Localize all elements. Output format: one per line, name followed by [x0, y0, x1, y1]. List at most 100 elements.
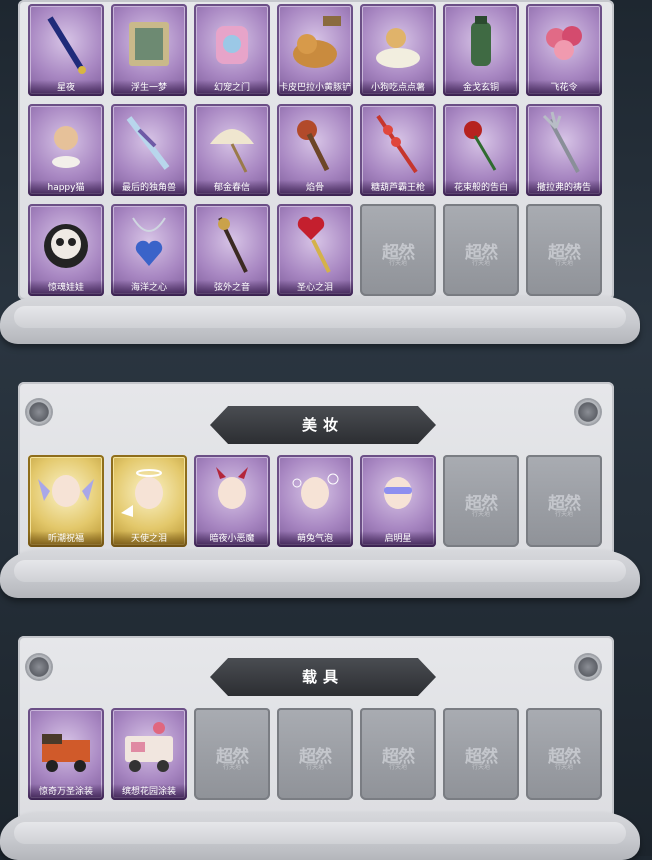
scroll-footer: [0, 550, 640, 598]
item-name: 浮生一梦: [111, 80, 187, 96]
empty-slot: 超然 行天地: [526, 708, 602, 800]
item-name: 惊魂娃娃: [28, 280, 104, 296]
item-card[interactable]: 惊魂娃娃: [28, 204, 104, 296]
item-name: 撒拉弗的祷告: [526, 180, 602, 196]
trident-icon: [542, 111, 580, 173]
placeholder-watermark-sub: 行天地: [305, 764, 324, 771]
item-name: 天使之泪: [111, 531, 187, 547]
bone-mace-icon: [297, 120, 330, 172]
item-card[interactable]: 撒拉弗的祷告: [526, 104, 602, 196]
vehicle-section-title: 载具: [301, 668, 344, 686]
item-card[interactable]: 浮生一梦: [111, 4, 187, 96]
empty-slot: 超然 行天地: [443, 455, 519, 547]
panel-corner-icon: [27, 400, 51, 424]
item-card[interactable]: 小狗吃点点薯: [360, 4, 436, 96]
flower-van-icon: [125, 722, 173, 772]
item-name: 启明星: [360, 531, 436, 547]
item-name: 海洋之心: [111, 280, 187, 296]
panel-corner-icon: [27, 655, 51, 679]
item-name: 焰骨: [277, 180, 353, 196]
cat-figure-icon: [52, 126, 80, 168]
placeholder-watermark-sub: 行天地: [471, 260, 490, 267]
item-name: 弦外之音: [194, 280, 270, 296]
unicorn-horn-icon: [126, 116, 170, 170]
item-name: 郁金春信: [194, 180, 270, 196]
item-card[interactable]: 暗夜小恶魔: [194, 455, 270, 547]
item-card[interactable]: 萌兔气泡: [277, 455, 353, 547]
item-card[interactable]: 缤想花园涂装: [111, 708, 187, 800]
item-name: 星夜: [28, 80, 104, 96]
item-card[interactable]: 弦外之音: [194, 204, 270, 296]
heart-necklace-icon: [132, 217, 166, 266]
item-name: 缤想花园涂装: [111, 784, 187, 800]
item-name: 暗夜小恶魔: [194, 531, 270, 547]
capybara-icon: [293, 16, 341, 68]
angel-wings-head-icon: [38, 475, 94, 507]
placeholder-watermark-sub: 行天地: [554, 764, 573, 771]
section-title-plate: 美妆: [210, 406, 436, 444]
panel-corner-icon: [576, 655, 600, 679]
flower-bouquet-icon: [546, 26, 582, 60]
item-card[interactable]: 天使之泪: [111, 455, 187, 547]
makeup-grid: 听潮祝福 天使之泪 暗夜小恶魔 萌兔气泡 启明星 超然 行天地 超然 行天地: [28, 455, 602, 547]
item-card[interactable]: 启明星: [360, 455, 436, 547]
accessory-grid: 星夜 浮生一梦 幻宠之门 卡皮巴拉小黄豚铲 小狗吃点点薯 金戈玄铜 飞花令 happy猫 最后的…: [28, 4, 602, 296]
empty-slot: 超然 行天地: [194, 708, 270, 800]
skull-doll-icon: [44, 224, 88, 268]
bunny-head-icon: [292, 473, 339, 509]
item-card[interactable]: 海洋之心: [111, 204, 187, 296]
item-card[interactable]: 焰骨: [277, 104, 353, 196]
empty-slot: 超然 行天地: [443, 204, 519, 296]
item-name: 惊奇万圣涂装: [28, 784, 104, 800]
item-name: 花束般的告白: [443, 180, 519, 196]
heart-wand-icon: [297, 216, 331, 273]
panel-corner-icon: [576, 400, 600, 424]
dog-float-icon: [376, 28, 420, 68]
devil-head-icon: [216, 467, 248, 509]
scepter-icon: [47, 16, 86, 74]
candy-spear-icon: [376, 114, 418, 174]
rose-icon: [464, 121, 497, 171]
placeholder-watermark-sub: 行天地: [554, 511, 573, 518]
item-name: 最后的独角兽: [111, 180, 187, 196]
item-card[interactable]: 郁金春信: [194, 104, 270, 196]
item-card[interactable]: 听潮祝福: [28, 455, 104, 547]
visor-head-icon: [384, 477, 412, 509]
item-name: 卡皮巴拉小黄豚铲: [277, 80, 353, 96]
item-name: 幻宠之门: [194, 80, 270, 96]
empty-slot: 超然 行天地: [526, 455, 602, 547]
item-card[interactable]: 幻宠之门: [194, 4, 270, 96]
item-card[interactable]: 花束般的告白: [443, 104, 519, 196]
item-name: 萌兔气泡: [277, 531, 353, 547]
empty-slot: 超然 行天地: [526, 204, 602, 296]
umbrella-icon: [210, 129, 254, 173]
placeholder-watermark-sub: 行天地: [388, 260, 407, 267]
empty-slot: 超然 行天地: [360, 708, 436, 800]
section-title-plate: 载具: [210, 658, 436, 696]
item-card[interactable]: 惊奇万圣涂装: [28, 708, 104, 800]
item-card[interactable]: happy猫: [28, 104, 104, 196]
empty-slot: 超然 行天地: [360, 204, 436, 296]
item-card[interactable]: 卡皮巴拉小黄豚铲: [277, 4, 353, 96]
item-card[interactable]: 最后的独角兽: [111, 104, 187, 196]
item-card[interactable]: 糖葫芦霸王枪: [360, 104, 436, 196]
empty-slot: 超然 行天地: [277, 708, 353, 800]
item-name: 小狗吃点点薯: [360, 80, 436, 96]
empty-slot: 超然 行天地: [443, 708, 519, 800]
item-name: happy猫: [28, 180, 104, 196]
placeholder-watermark-sub: 行天地: [554, 260, 573, 267]
hourglass-icon: [129, 22, 169, 66]
item-name: 飞花令: [526, 80, 602, 96]
lantern-icon: [471, 16, 491, 66]
gadget-icon: [216, 26, 248, 64]
item-card[interactable]: 金戈玄铜: [443, 4, 519, 96]
item-card[interactable]: 圣心之泪: [277, 204, 353, 296]
halloween-truck-icon: [42, 734, 90, 772]
item-card[interactable]: 飞花令: [526, 4, 602, 96]
placeholder-watermark-sub: 行天地: [388, 764, 407, 771]
halo-head-icon: [121, 469, 163, 517]
item-card[interactable]: 星夜: [28, 4, 104, 96]
scroll-footer: [0, 296, 640, 344]
music-staff-icon: [218, 217, 248, 273]
item-name: 金戈玄铜: [443, 80, 519, 96]
